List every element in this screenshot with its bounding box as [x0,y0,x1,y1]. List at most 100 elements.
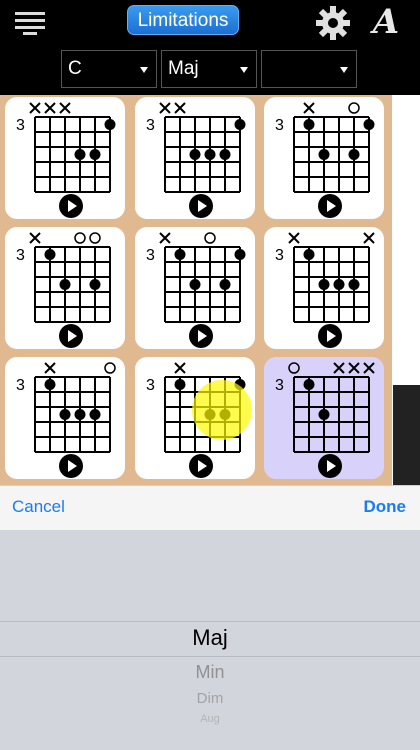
finger-dot [104,119,116,130]
font-style-icon[interactable]: A [365,2,407,42]
touch-indicator [192,380,252,440]
play-icon[interactable] [318,324,342,348]
picker-selection-line [0,656,420,657]
play-icon[interactable] [59,194,83,218]
open-string-icon [288,362,300,374]
cancel-button[interactable]: Cancel [12,497,65,517]
chord-card[interactable]: 3 [5,97,125,219]
finger-dot [318,409,330,420]
finger-dot [89,279,101,290]
finger-dot [59,279,71,290]
open-string-icon [74,232,86,244]
finger-dot [318,279,330,290]
play-icon[interactable] [189,454,213,478]
muted-string-icon [288,232,300,244]
chevron-down-icon [140,67,148,73]
hamburger-menu-icon[interactable] [13,10,49,36]
play-icon[interactable] [189,324,213,348]
chord-selector-bar: C Maj [0,45,420,95]
chord-card[interactable]: 3 [135,97,255,219]
finger-dot [189,149,201,160]
finger-dot [318,149,330,160]
finger-dot [333,279,345,290]
finger-dot [303,379,315,390]
finger-dot [74,409,86,420]
play-icon[interactable] [59,454,83,478]
finger-dot [89,409,101,420]
root-select[interactable]: C [61,50,157,88]
picker-option[interactable]: Dim [0,690,420,707]
muted-string-icon [29,102,41,114]
chord-card[interactable]: 3 [135,227,255,349]
finger-dot [189,279,201,290]
open-string-icon [89,232,101,244]
muted-string-icon [333,362,345,374]
chord-diagram [288,232,375,323]
done-button[interactable]: Done [364,497,407,517]
chord-diagram [159,232,246,323]
open-string-icon [348,102,360,114]
chord-card[interactable]: 3 [5,227,125,349]
picker-option-selected[interactable]: Maj [0,625,420,651]
finger-dot [303,249,315,260]
picker-option[interactable]: Min [0,662,420,683]
chord-card[interactable]: 3 [264,97,384,219]
chord-card[interactable]: 3 [5,357,125,479]
play-icon[interactable] [318,194,342,218]
play-icon[interactable] [189,194,213,218]
muted-string-icon [363,232,375,244]
muted-string-icon [59,102,71,114]
muted-string-icon [348,362,360,374]
muted-string-icon [363,362,375,374]
chevron-down-icon [240,67,248,73]
finger-dot [204,149,216,160]
finger-dot [219,279,231,290]
chevron-down-icon [340,67,348,73]
play-icon[interactable] [59,324,83,348]
extension-select[interactable] [261,50,357,88]
muted-string-icon [44,362,56,374]
gear-icon[interactable] [315,5,351,41]
picker-option[interactable]: Aug [0,713,420,725]
finger-dot [74,149,86,160]
muted-string-icon [159,232,171,244]
chord-diagram [288,362,375,453]
scroll-thumb[interactable] [393,385,420,485]
chord-card[interactable]: 3 [264,227,384,349]
chord-diagram [293,102,375,193]
chord-diagram [29,232,111,323]
title-button[interactable]: Limitations [127,5,239,35]
muted-string-icon [159,102,171,114]
open-string-icon [104,362,116,374]
chord-diagram [34,362,116,453]
muted-string-icon [44,102,56,114]
finger-dot [89,149,101,160]
root-select-value: C [68,58,82,79]
finger-dot [234,119,246,130]
muted-string-icon [174,362,186,374]
finger-dot [44,249,56,260]
muted-string-icon [29,232,41,244]
finger-dot [348,279,360,290]
finger-dot [174,379,186,390]
chord-card[interactable]: 3 [264,357,384,479]
finger-dot [303,119,315,130]
open-string-icon [204,232,216,244]
finger-dot [234,249,246,260]
muted-string-icon [303,102,315,114]
finger-dot [219,149,231,160]
finger-dot [59,409,71,420]
muted-string-icon [174,102,186,114]
picker-toolbar: Cancel Done [0,485,420,531]
chord-diagram [159,102,246,193]
finger-dot [44,379,56,390]
quality-picker[interactable]: Maj Min Dim Aug [0,530,420,750]
quality-select-value: Maj [168,58,199,79]
quality-select[interactable]: Maj [161,50,257,88]
top-bar: Limitations A [0,0,420,45]
picker-selection-line [0,621,420,622]
play-icon[interactable] [318,454,342,478]
finger-dot [348,149,360,160]
finger-dot [363,119,375,130]
chord-diagram [29,102,116,193]
